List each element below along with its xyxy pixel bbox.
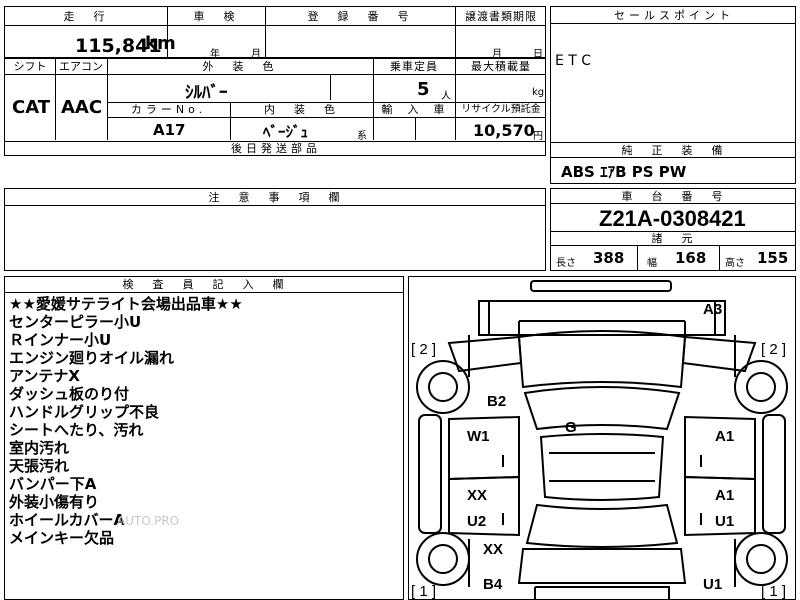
shift-value: CAT [12,97,51,118]
inspector-notes: ★★愛媛サテライト会場出品車★★ センターピラー小U Ｒインナー小U エンジン廻… [9,295,243,547]
car-diagram: A3 B2 G W1 A1 XX A1 U2 U1 XX B4 U1 [ 2 ]… [408,276,796,600]
shift-label: シフト [13,60,47,73]
aircon-label: エアコン [59,60,103,73]
chassis-label: 車 台 番 号 [621,190,727,203]
bracket-bottom-left: [ 1 ] [411,583,437,600]
genuine-equipment-label: 純 正 装 備 [621,144,727,157]
damage-mark-u2: U2 [467,513,487,530]
note-line: Ｒインナー小U [9,331,112,349]
width-label: 幅 [647,258,657,269]
exterior-color-value: ｼﾙﾊﾞｰ [185,83,228,103]
header-table: 走 行 車 検 登 録 番 号 譲渡書類期限 115,841 km 年 月 月 … [4,6,546,60]
damage-mark-w1: W1 [467,428,490,445]
specs-table: シフト エアコン 外 装 色 乗車定員 最大積載量 CAT AAC ｼﾙﾊﾞｰ … [4,58,546,156]
recycle-label: リサイクル預託金 [461,104,541,115]
bracket-top-right: [ 2 ] [761,341,787,358]
damage-mark-g: G [565,419,577,436]
note-line: アンテナX [9,367,80,385]
caution-box: 注 意 事 項 欄 [4,188,546,271]
capacity-label: 乗車定員 [390,60,438,73]
dims-label: 諸 元 [651,232,697,245]
recycle-value: 10,570 [473,121,535,140]
note-line: センターピラー小U [9,313,142,331]
length-value: 388 [593,249,625,267]
note-line: ★★愛媛サテライト会場出品車★★ [9,295,243,313]
bracket-bottom-right: [ 1 ] [761,583,787,600]
interior-color-value: ﾍﾞｰｼﾞｭ [263,123,309,141]
interior-color-suffix: 系 [357,131,367,142]
note-line: メインキー欠品 [9,529,115,547]
mileage-unit: km [145,33,176,54]
registration-label: 登 録 番 号 [307,10,413,23]
damage-mark-a1-front: A1 [715,428,735,445]
damage-mark-b4: B4 [483,576,503,593]
note-line: ハンドルグリップ不良 [9,403,160,421]
damage-mark-u1-bottom: U1 [703,576,723,593]
note-line: ダッシュ板のり付 [9,385,130,403]
note-line: エンジン廻りオイル漏れ [9,349,175,367]
recycle-unit: 円 [533,131,543,142]
damage-mark-xx-bottom: XX [483,541,504,558]
damage-mark-xx-left: XX [467,487,488,504]
aircon-value: AAC [61,97,103,118]
damage-mark-a1-rear: A1 [715,487,735,504]
max-load-unit: kg [532,87,545,98]
import-label: 輸 入 車 [381,103,447,116]
chassis-number: Z21A-0308421 [599,206,746,231]
capacity-unit: 人 [441,91,451,102]
chassis-box: 車 台 番 号 Z21A-0308421 諸 元 長さ 388 幅 168 高さ… [550,188,796,271]
note-line: 室内汚れ [9,439,70,457]
exterior-color-label: 外 装 色 [202,60,278,73]
damage-mark-u1-right: U1 [715,513,735,530]
color-no-label: カラーNo. [130,103,207,116]
damage-mark-a3: A3 [703,301,723,318]
height-label: 高さ [725,258,745,269]
inspector-label: 検 査 員 記 入 欄 [122,278,288,291]
max-load-label: 最大積載量 [471,60,531,73]
sales-point-box: セールスポイント E T C [550,6,796,143]
note-line: 天張汚れ [9,457,70,475]
damage-mark-b2: B2 [487,393,507,410]
length-label: 長さ [556,258,576,269]
later-parts-label: 後日発送部品 [231,142,321,155]
watermark: AUTO.PRO [117,514,180,528]
color-no-value: A17 [153,121,186,139]
note-line: 外装小傷有り [9,493,100,511]
bracket-top-left: [ 2 ] [411,341,437,358]
capacity-value: 5 [417,79,430,100]
note-line: バンパー下A [9,475,97,493]
inspection-label: 車 検 [193,10,239,23]
sales-point-label: セールスポイント [614,9,734,22]
sales-point-value: E T C [555,53,592,69]
mileage-label: 走 行 [63,10,109,23]
height-value: 155 [757,249,789,267]
note-line: シートへたり、汚れ [9,421,144,439]
interior-color-label: 内 装 色 [264,103,339,116]
inspector-box: 検 査 員 記 入 欄 ★★愛媛サテライト会場出品車★★ センターピラー小U Ｒ… [4,276,404,600]
genuine-equipment-box: 純 正 装 備 ABS ｴｱB PS PW [550,142,796,184]
genuine-equipment-value: ABS ｴｱB PS PW [561,163,687,181]
width-value: 168 [675,249,707,267]
transfer-label: 譲渡書類期限 [465,10,537,23]
caution-label: 注 意 事 項 欄 [208,191,344,204]
